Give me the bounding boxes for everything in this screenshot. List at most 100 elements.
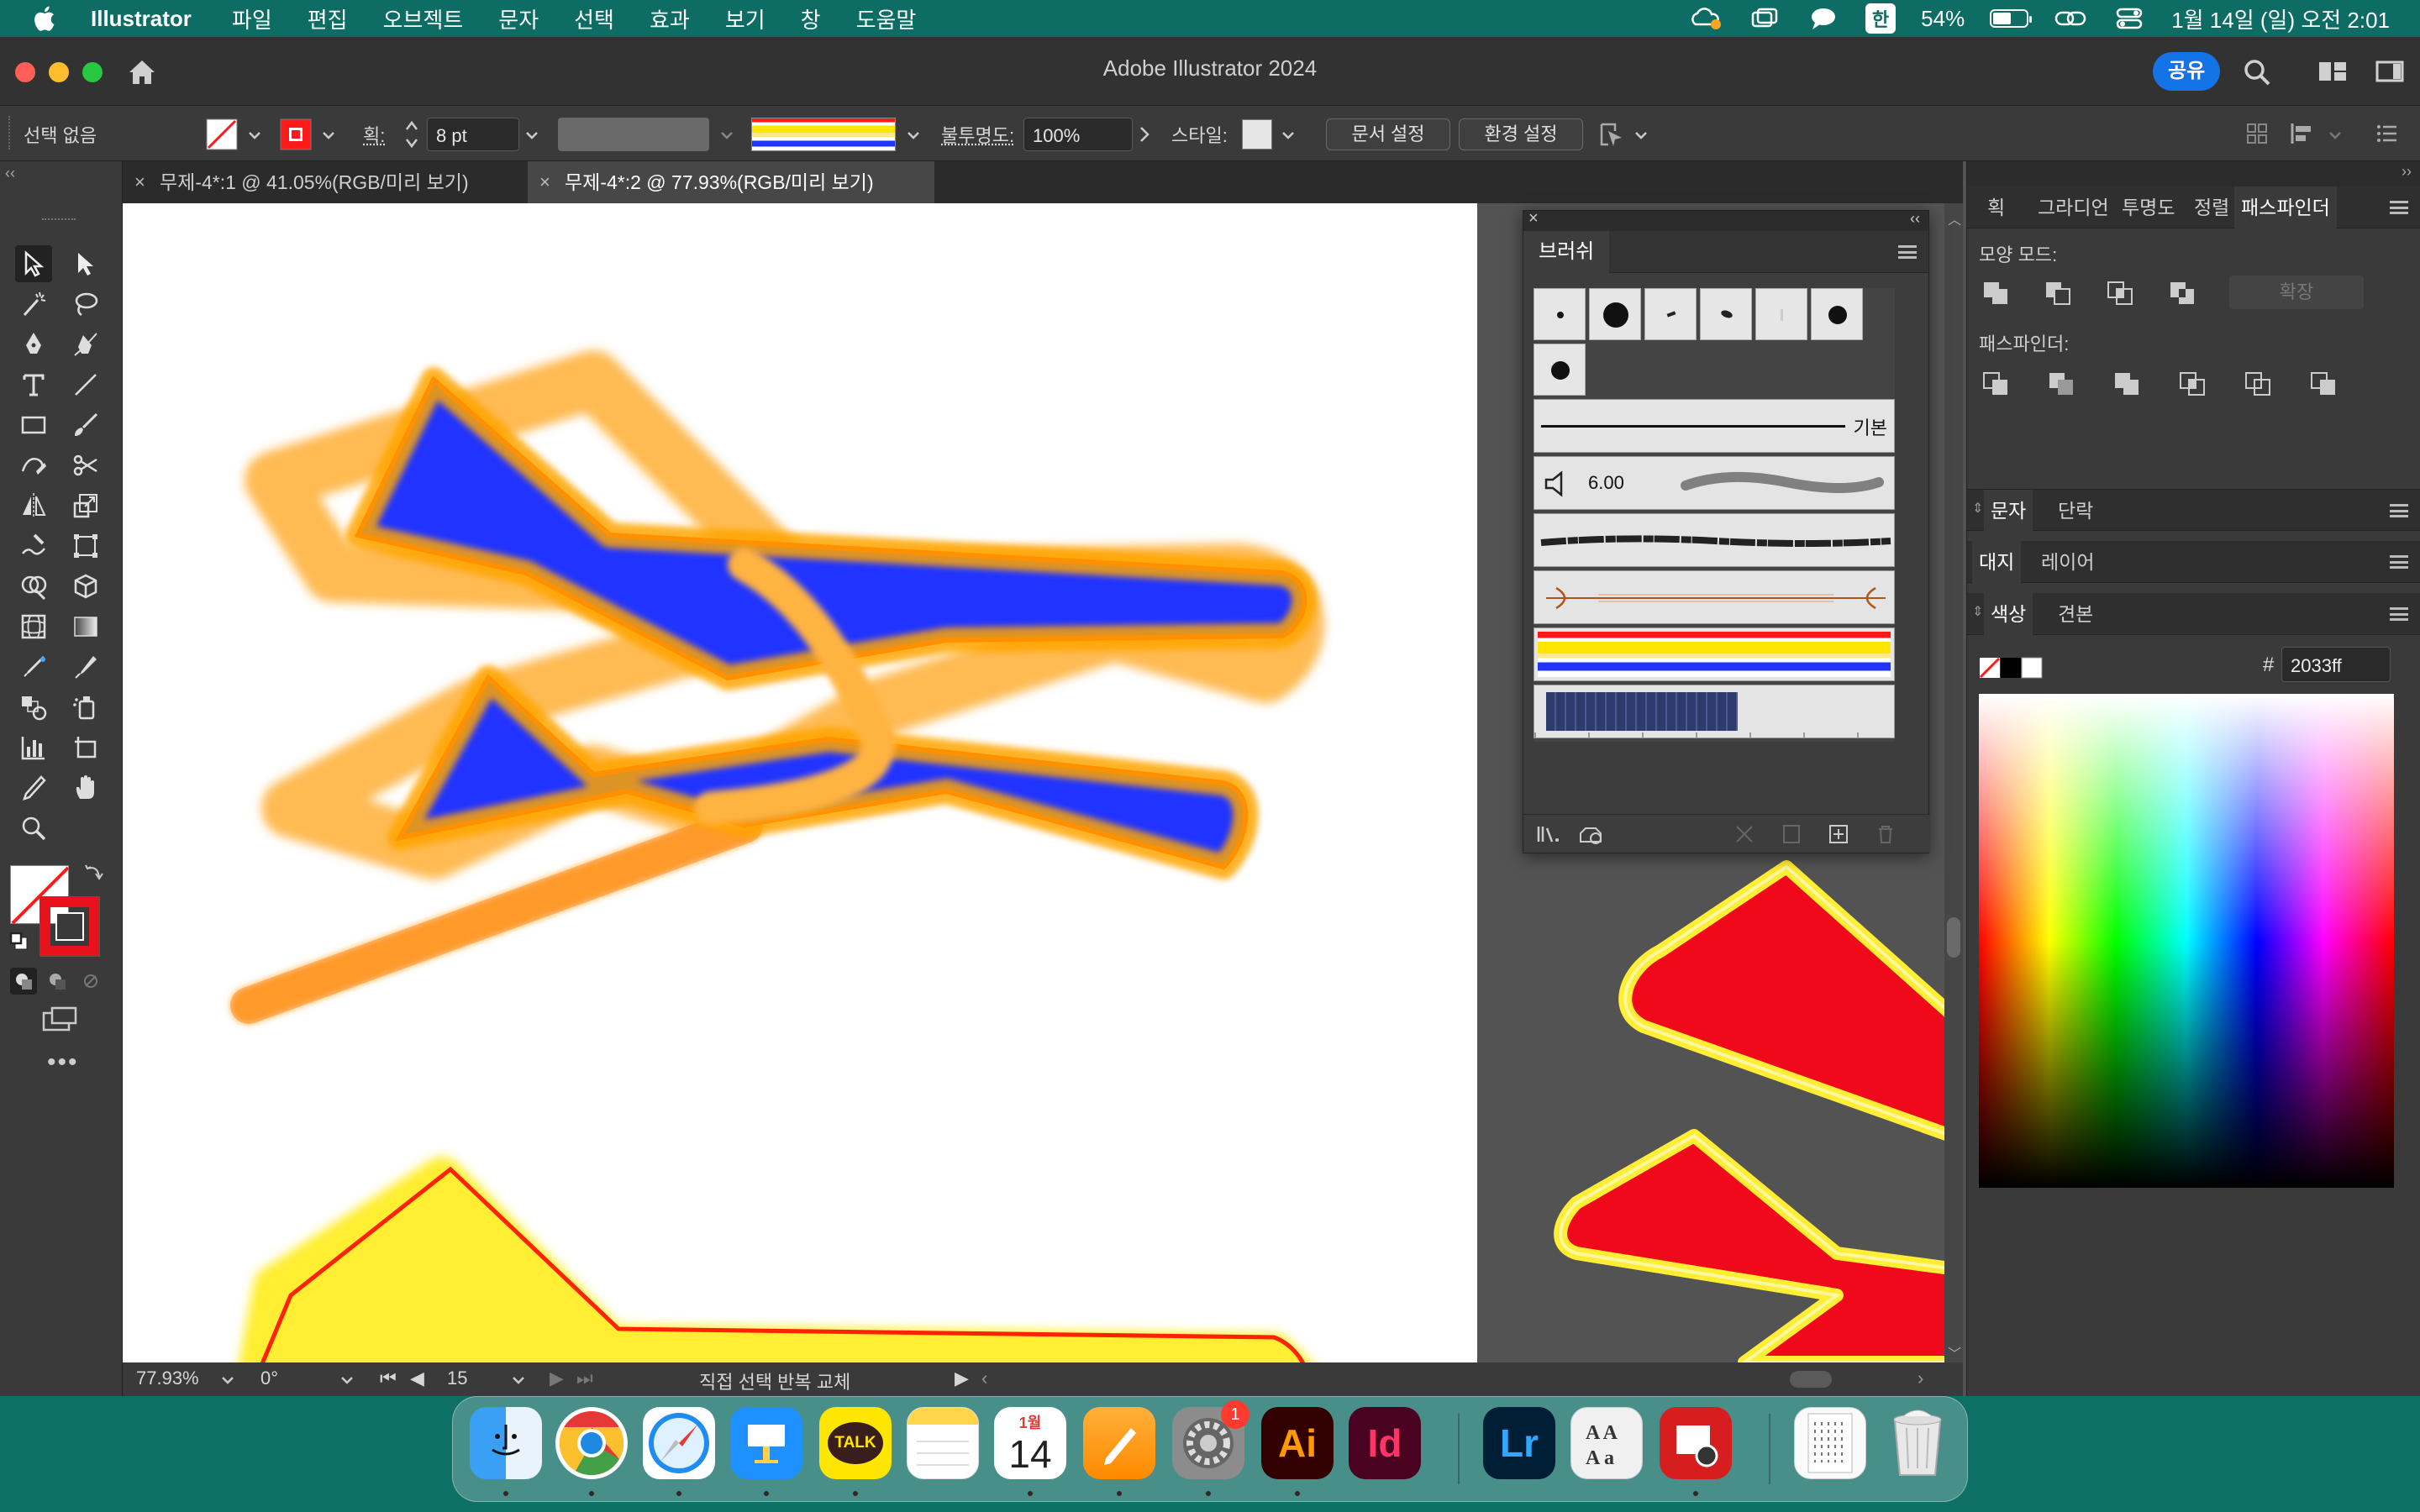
trim-icon[interactable] bbox=[2048, 371, 2075, 396]
vertical-scroll-thumb[interactable] bbox=[1947, 917, 1960, 958]
rectangle-tool[interactable] bbox=[15, 407, 52, 444]
tab-color[interactable]: 색상 bbox=[1984, 593, 2033, 635]
dock-finder[interactable] bbox=[470, 1407, 542, 1479]
mesh-tool[interactable] bbox=[15, 608, 52, 645]
artboard-tool[interactable] bbox=[67, 729, 104, 766]
gradient-tool[interactable] bbox=[67, 608, 104, 645]
magic-wand-tool[interactable] bbox=[15, 286, 52, 323]
align-dropdown-chevron-icon[interactable] bbox=[2328, 128, 2343, 143]
menu-window[interactable]: 창 bbox=[801, 3, 821, 34]
workspace-switcher-icon[interactable] bbox=[2375, 59, 2405, 84]
scale-tool[interactable] bbox=[67, 487, 104, 524]
tab-paragraph[interactable]: 단락 bbox=[2051, 490, 2100, 532]
brush-panel-menu-icon[interactable] bbox=[1898, 245, 1917, 259]
control-bar-menu-icon[interactable] bbox=[2375, 121, 2400, 146]
tab-swatches[interactable]: 견본 bbox=[2051, 593, 2100, 635]
brush-definition-dropdown-icon[interactable] bbox=[906, 128, 921, 143]
tab-transparency[interactable]: 투명도 bbox=[2115, 186, 2181, 228]
warp-tool[interactable] bbox=[15, 528, 52, 564]
tools-grip[interactable] bbox=[42, 218, 76, 222]
line-segment-tool[interactable] bbox=[67, 366, 104, 403]
hotspot-link-icon[interactable] bbox=[2054, 6, 2087, 31]
align-grid-icon[interactable] bbox=[2245, 121, 2269, 146]
artboard-dropdown-icon[interactable] bbox=[511, 1373, 526, 1388]
swap-fill-stroke-icon[interactable] bbox=[82, 862, 104, 884]
transform-options-icon[interactable] bbox=[1597, 119, 1627, 150]
tab-character[interactable]: 문자 bbox=[1984, 490, 2033, 532]
merge-icon[interactable] bbox=[2113, 371, 2140, 396]
stroke-dropdown-chevron-icon[interactable] bbox=[321, 128, 336, 143]
right-dock-collapse-icon[interactable]: ›› bbox=[2402, 163, 2412, 181]
style-dropdown-chevron-icon[interactable] bbox=[1281, 128, 1296, 143]
crop-icon[interactable] bbox=[2179, 371, 2206, 396]
next-artboard-icon[interactable]: ▶ bbox=[550, 1368, 564, 1389]
clock-datetime[interactable]: 1월 14일 (일) 오전 2:01 bbox=[2171, 3, 2390, 34]
dock-safari[interactable] bbox=[643, 1407, 715, 1479]
dock-indesign[interactable]: Id bbox=[1349, 1407, 1421, 1479]
variable-width-dropdown-icon[interactable] bbox=[719, 128, 734, 143]
rotation-value[interactable]: 0° bbox=[260, 1368, 278, 1389]
menu-effect[interactable]: 효과 bbox=[650, 3, 690, 34]
dock-keynote[interactable] bbox=[730, 1407, 802, 1479]
brush-cell-dot-medium-2[interactable] bbox=[1534, 344, 1586, 396]
dock-calendar[interactable]: 1월 14 bbox=[994, 1407, 1066, 1479]
stroke-weight-stepper-icon[interactable] bbox=[403, 118, 420, 151]
minus-back-icon[interactable] bbox=[2310, 371, 2337, 396]
brush-cell-stroke[interactable] bbox=[1700, 288, 1752, 340]
type-group-collapse-icon[interactable]: ⇕ bbox=[1972, 500, 1983, 517]
zoom-level[interactable]: 77.93% bbox=[136, 1368, 199, 1389]
tools-collapse-icon[interactable]: ‹‹ bbox=[5, 165, 15, 182]
horizontal-scroll-right-icon[interactable]: › bbox=[1918, 1368, 1923, 1389]
brush-cell-dot-medium[interactable] bbox=[1811, 288, 1863, 340]
brush-row-pattern[interactable] bbox=[1534, 685, 1896, 738]
control-grip[interactable] bbox=[8, 116, 12, 150]
tab-layers[interactable]: 레이어 bbox=[2034, 541, 2101, 583]
artwork-red-yellow-shapes[interactable] bbox=[1554, 860, 1963, 1362]
color-group-collapse-icon[interactable]: ⇕ bbox=[1972, 603, 1983, 620]
preferences-button[interactable]: 환경 설정 bbox=[1459, 118, 1583, 150]
brush-cell-tilde[interactable] bbox=[1644, 288, 1697, 340]
tab-pathfinder[interactable]: 패스파인더 bbox=[2234, 186, 2337, 228]
type-tool[interactable] bbox=[15, 366, 52, 403]
close-tab-1-icon[interactable]: × bbox=[134, 161, 145, 203]
outline-icon[interactable] bbox=[2244, 371, 2271, 396]
eyedropper-alt-tool[interactable] bbox=[67, 648, 104, 685]
horizontal-scroll-thumb[interactable] bbox=[1790, 1371, 1832, 1388]
brush-definition-swatch[interactable] bbox=[751, 118, 896, 151]
brush-panel-header[interactable]: × ‹‹ bbox=[1523, 209, 1928, 231]
slice-tool[interactable] bbox=[15, 769, 52, 806]
first-artboard-icon[interactable]: ⏮ bbox=[380, 1368, 397, 1389]
creative-cloud-icon[interactable] bbox=[1689, 6, 1723, 31]
paintbrush-tool[interactable] bbox=[67, 407, 104, 444]
menu-select[interactable]: 선택 bbox=[574, 3, 614, 34]
brush-panel-collapse-icon[interactable]: ‹‹ bbox=[1910, 210, 1920, 228]
brush-options-icon[interactable] bbox=[1781, 823, 1802, 845]
variable-width-profile-field[interactable] bbox=[558, 118, 709, 151]
tab-document-1[interactable]: × 무제-4*:1 @ 41.05%(RGB/미리 보기) bbox=[123, 161, 524, 203]
input-method-badge[interactable]: 한 bbox=[1865, 3, 1897, 34]
brush-cell-dot-large[interactable] bbox=[1589, 288, 1641, 340]
zoom-dropdown-icon[interactable] bbox=[220, 1373, 235, 1388]
screen-mode-icon[interactable] bbox=[39, 1003, 81, 1037]
shape-builder-tool[interactable] bbox=[15, 568, 52, 605]
last-artboard-icon[interactable]: ⏭ bbox=[576, 1368, 593, 1389]
default-fill-stroke-icon[interactable] bbox=[8, 931, 30, 953]
canvas-vertical-scrollbar[interactable]: ︿ ﹀ bbox=[1944, 203, 1963, 1362]
menu-view[interactable]: 보기 bbox=[725, 3, 765, 34]
brush-row-gradient-stripe[interactable] bbox=[1534, 627, 1895, 681]
dock-notes[interactable] bbox=[907, 1407, 979, 1479]
dock-trash[interactable] bbox=[1881, 1407, 1954, 1479]
tab-artboards[interactable]: 대지 bbox=[1972, 541, 2022, 583]
messages-icon[interactable] bbox=[1807, 6, 1840, 31]
control-center-icon[interactable] bbox=[2112, 6, 2146, 31]
scroll-down-icon[interactable]: ﹀ bbox=[1948, 1342, 1961, 1362]
free-transform-tool[interactable] bbox=[67, 528, 104, 564]
dock-kakaotalk[interactable]: TALK bbox=[819, 1407, 892, 1479]
brush-panel-close-icon[interactable]: × bbox=[1528, 209, 1539, 228]
menu-object[interactable]: 오브젝트 bbox=[383, 3, 464, 34]
zoom-tool[interactable] bbox=[15, 810, 52, 847]
previous-artboard-icon[interactable]: ◀ bbox=[410, 1368, 424, 1389]
intersect-icon[interactable] bbox=[2107, 281, 2133, 306]
remove-brush-stroke-icon[interactable] bbox=[1733, 823, 1755, 845]
brush-row-basic[interactable]: 기본 bbox=[1534, 399, 1895, 453]
